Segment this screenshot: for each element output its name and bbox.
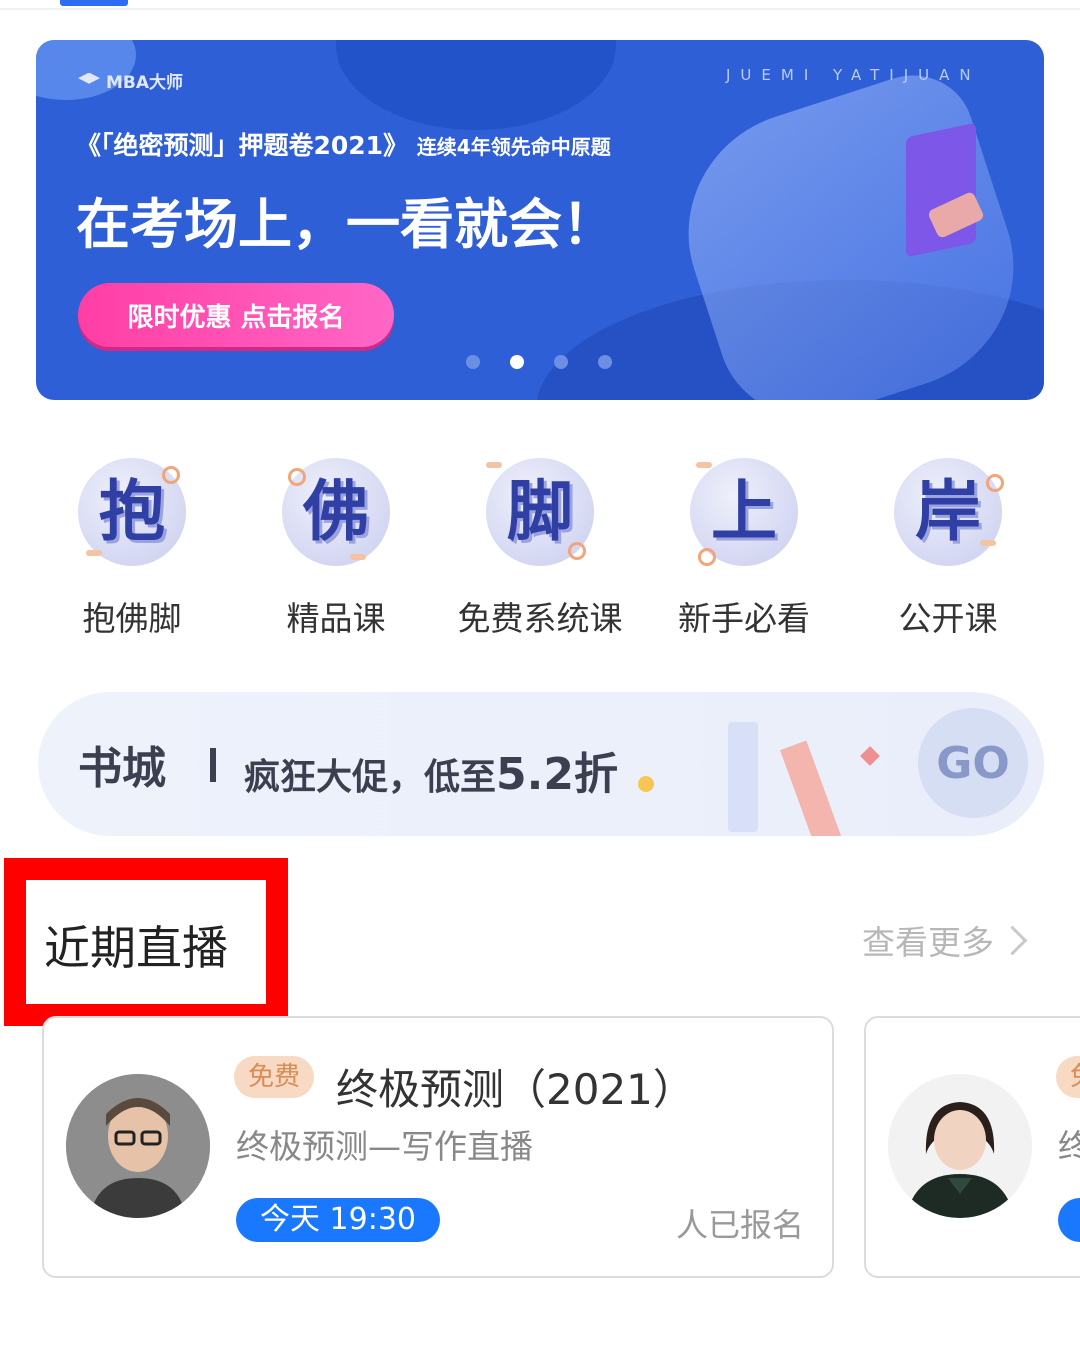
teacher-avatar-image bbox=[66, 1074, 210, 1218]
category-grid: 抱 抱佛脚 佛 精品课 脚 免费系统课 上 新手必看 岸 公开课 bbox=[0, 450, 1080, 650]
section-title: 近期直播 bbox=[44, 921, 228, 975]
category-item-open-course[interactable]: 岸 公开课 bbox=[838, 450, 1058, 640]
decor-diamond bbox=[860, 746, 880, 766]
category-icon-char: 抱 bbox=[99, 473, 165, 550]
banner-signup-button[interactable]: 限时优惠 点击报名 bbox=[78, 283, 394, 347]
live-title: 终极预测（2021） bbox=[336, 1065, 695, 1114]
active-tab-indicator bbox=[60, 0, 128, 6]
promo-banner[interactable]: MBA大师 JUEMI YATIJUAN 《「绝密预测」押题卷2021》 连续4… bbox=[36, 40, 1044, 400]
live-time-badge: 今天 19:30 bbox=[236, 1198, 440, 1242]
category-icon-char: 脚 bbox=[507, 473, 573, 550]
banner-subtitle-small: 连续4年领先命中原题 bbox=[416, 135, 611, 159]
bookstore-promo-text: 疯狂大促，低至5.2折 bbox=[244, 738, 618, 802]
promo-value: 5.2折 bbox=[496, 749, 618, 800]
carousel-dots bbox=[466, 355, 612, 369]
category-icon-char: 佛 bbox=[303, 473, 369, 550]
category-item-baofojiao[interactable]: 抱 抱佛脚 bbox=[22, 450, 242, 640]
category-label: 抱佛脚 bbox=[82, 599, 182, 638]
teacher-avatar bbox=[66, 1074, 210, 1218]
banner-title: 在考场上，一看就会！ bbox=[76, 193, 616, 256]
category-item-beginner[interactable]: 上 新手必看 bbox=[634, 450, 854, 640]
category-icon-char: 上 bbox=[711, 473, 777, 550]
decor-dot bbox=[638, 776, 654, 792]
category-label: 新手必看 bbox=[678, 599, 810, 638]
category-icon: 上 bbox=[682, 450, 806, 574]
live-card[interactable]: 免费 终极预测（2021） 终极预测—写作直播 今天 19:30 人已报名 bbox=[42, 1016, 834, 1278]
book-decor bbox=[728, 722, 758, 832]
category-icon-char: 岸 bbox=[915, 473, 981, 550]
carousel-dot[interactable] bbox=[554, 355, 568, 369]
category-label: 免费系统课 bbox=[457, 599, 623, 638]
divider bbox=[210, 748, 216, 782]
go-button[interactable]: GO bbox=[918, 708, 1028, 818]
bookstore-promo-bar[interactable]: 书城 疯狂大促，低至5.2折 GO bbox=[38, 692, 1044, 836]
view-more-link[interactable]: 查看更多 bbox=[862, 916, 1028, 964]
free-tag: 免费 bbox=[234, 1056, 315, 1098]
carousel-dot-active[interactable] bbox=[510, 355, 524, 369]
live-subtitle: 终极预测—写作直播 bbox=[236, 1127, 533, 1166]
teacher-avatar-image bbox=[888, 1074, 1032, 1218]
brand-logo: MBA大师 bbox=[78, 68, 183, 93]
carousel-dot[interactable] bbox=[598, 355, 612, 369]
bookstore-title: 书城 bbox=[78, 743, 166, 794]
brand-name: MBA大师 bbox=[106, 73, 184, 93]
view-more-label: 查看更多 bbox=[862, 923, 994, 962]
live-time-badge bbox=[1058, 1198, 1080, 1242]
category-label: 精品课 bbox=[286, 599, 386, 638]
free-tag: 免 bbox=[1056, 1056, 1080, 1098]
live-subtitle: 终 bbox=[1058, 1120, 1080, 1168]
category-icon: 岸 bbox=[886, 450, 1010, 574]
promo-prefix: 疯狂大促，低至 bbox=[244, 757, 497, 798]
live-card[interactable]: 免 终 bbox=[864, 1016, 1080, 1278]
banner-subtitle: 《「绝密预测」押题卷2021》 连续4年领先命中原题 bbox=[76, 126, 611, 162]
category-item-free-course[interactable]: 脚 免费系统课 bbox=[430, 450, 650, 640]
banner-decor-blob bbox=[336, 40, 616, 130]
chevron-right-icon bbox=[997, 925, 1028, 955]
enroll-count: 人已报名 bbox=[676, 1206, 805, 1244]
graduation-cap-icon bbox=[78, 72, 100, 84]
category-icon: 脚 bbox=[478, 450, 602, 574]
category-icon: 佛 bbox=[274, 450, 398, 574]
category-label: 公开课 bbox=[898, 599, 998, 638]
teacher-avatar bbox=[888, 1074, 1032, 1218]
banner-watermark: JUEMI YATIJUAN bbox=[726, 66, 981, 84]
category-icon: 抱 bbox=[70, 450, 194, 574]
banner-subtitle-main: 《「绝密预测」押题卷2021》 bbox=[76, 131, 409, 160]
category-item-premium[interactable]: 佛 精品课 bbox=[226, 450, 446, 640]
book-decor bbox=[780, 740, 844, 836]
carousel-dot[interactable] bbox=[466, 355, 480, 369]
top-tab-bar bbox=[0, 0, 1080, 10]
